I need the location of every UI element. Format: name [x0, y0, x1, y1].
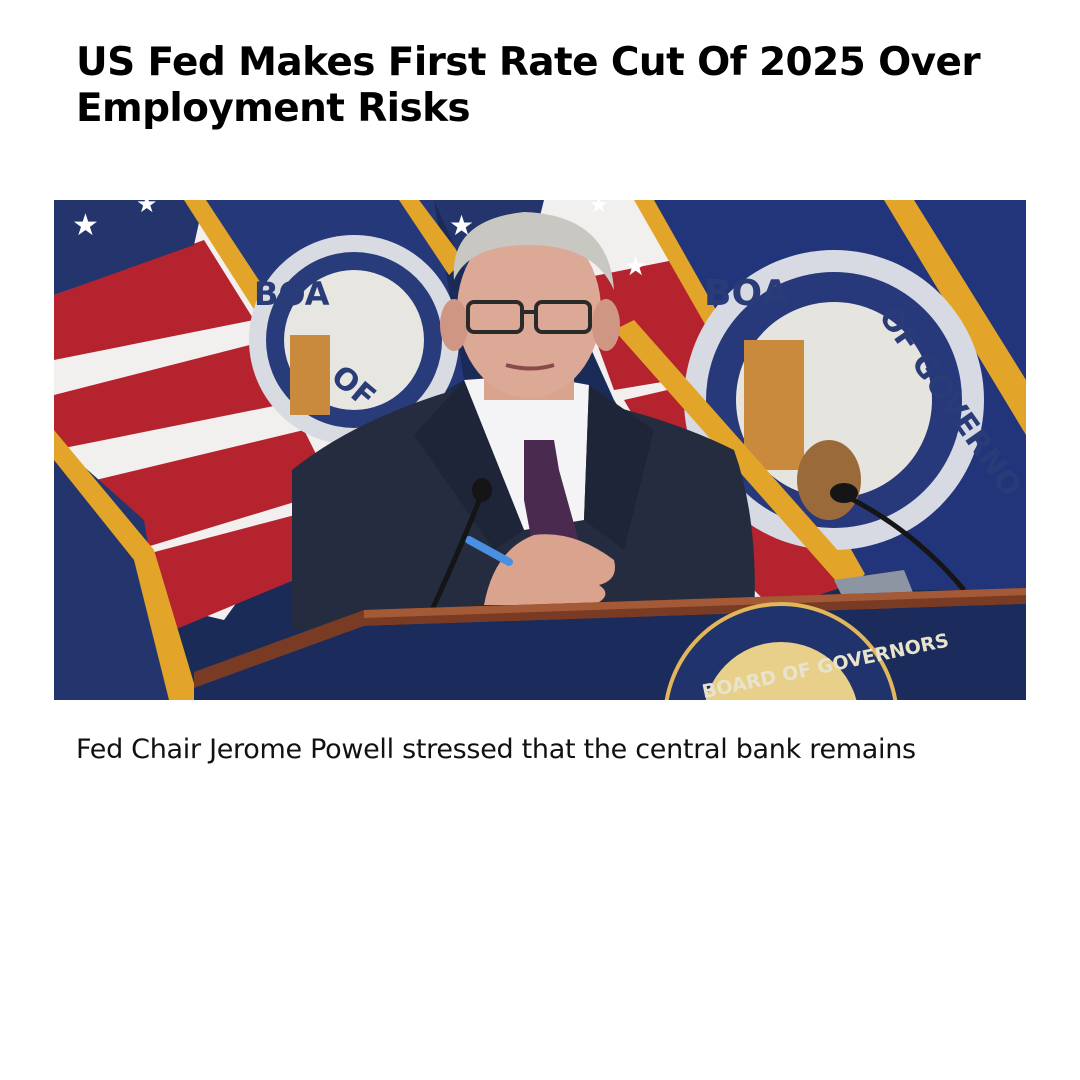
- svg-text:★: ★: [624, 252, 647, 282]
- article-headline: US Fed Makes First Rate Cut Of 2025 Over…: [76, 40, 981, 131]
- article-hero-photo: ★ ★ BOA OF GO ★ ★ ★ BOA OF GOVERNO BOARD…: [54, 200, 1026, 700]
- svg-text:★: ★: [589, 200, 609, 218]
- article-caption: Fed Chair Jerome Powell stressed that th…: [76, 734, 916, 765]
- seal-text-left: BOA: [254, 275, 330, 313]
- svg-text:★: ★: [136, 200, 158, 218]
- seal-text-right: BOA: [704, 273, 789, 314]
- svg-text:★: ★: [72, 208, 99, 243]
